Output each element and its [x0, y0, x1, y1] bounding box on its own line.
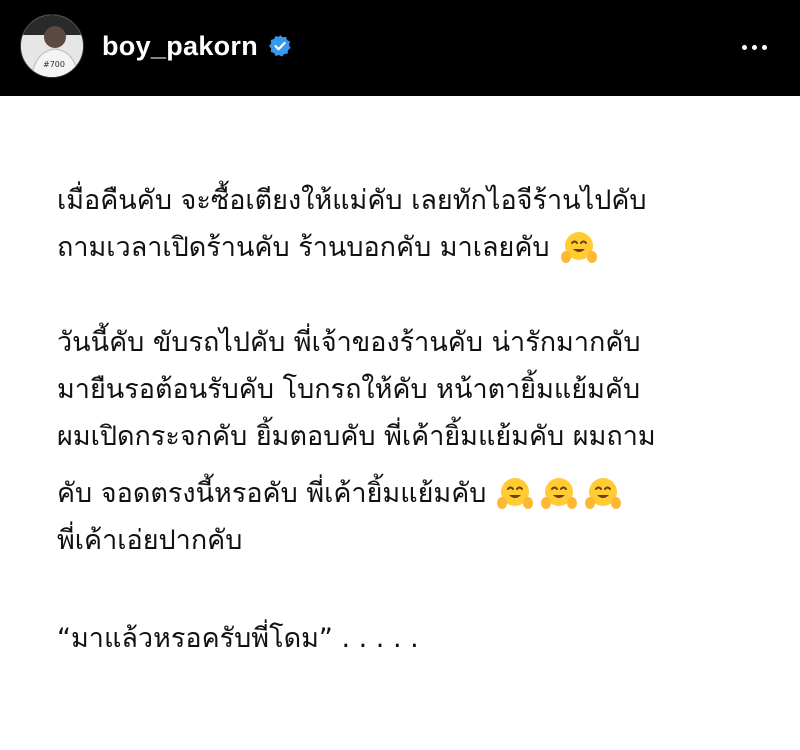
hugging-face-icon — [584, 475, 622, 513]
post-body: เมื่อคืนคับ จะซื้อเตียงให้แม่คับ เลยทักไ… — [0, 96, 800, 750]
username-area: boy_pakorn — [102, 28, 292, 64]
avatar-shirt-text: #700 — [43, 60, 65, 69]
hugging-face-icon — [560, 229, 598, 267]
text-line: มายืนรอต้อนรับคับ โบกรถให้คับ หน้าตายิ้ม… — [57, 374, 641, 405]
text-line: คับ จอดตรงนี้หรอคับ พี่เค้ายิ้มแย้มคับ — [57, 473, 622, 515]
text-line: ผมเปิดกระจกคับ ยิ้มตอบคับ พี่เค้ายิ้มแย้… — [57, 421, 656, 452]
text-line: พี่เค้าเอ่ยปากคับ — [57, 525, 243, 556]
post-header: #700 boy_pakorn — [0, 0, 800, 96]
username[interactable]: boy_pakorn — [102, 31, 258, 62]
hugging-face-icon — [496, 475, 534, 513]
text-line: “มาแล้วหรอครับพี่โดม” . . . . . — [57, 623, 419, 654]
text-line: วันนี้คับ ขับรถไปคับ พี่เจ้าของร้านคับ น… — [57, 327, 641, 358]
avatar[interactable]: #700 — [20, 14, 84, 78]
more-options-icon[interactable] — [734, 30, 774, 64]
hugging-face-icon — [540, 475, 578, 513]
verified-badge-icon — [268, 34, 292, 58]
text-line: ถามเวลาเปิดร้านคับ ร้านบอกคับ มาเลยคับ — [57, 227, 598, 269]
text-line: เมื่อคืนคับ จะซื้อเตียงให้แม่คับ เลยทักไ… — [57, 185, 647, 216]
